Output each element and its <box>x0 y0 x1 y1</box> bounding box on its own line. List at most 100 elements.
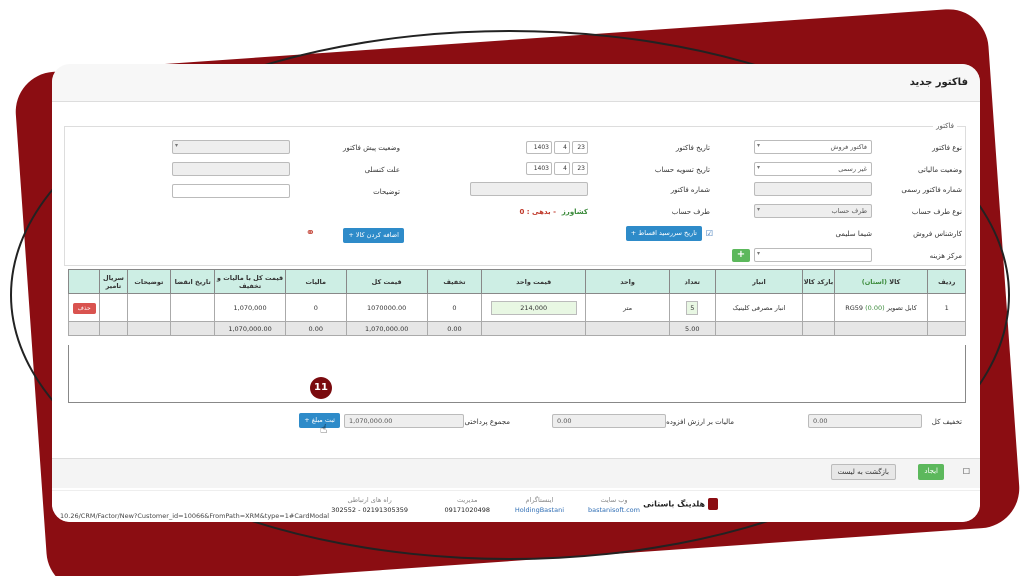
col-grand-total: قیمت کل با مالیات و تخفیف <box>214 269 287 294</box>
total-discount-label: تخفیف کل <box>931 418 962 426</box>
cancel-reason-label: علت کنسلی <box>364 166 400 174</box>
checkbox-icon[interactable]: ☐ <box>963 467 970 476</box>
installment-date-button[interactable]: تاریخ سررسید اقساط + <box>625 226 702 241</box>
tax-status-select[interactable]: غیر رسمی ▾ <box>754 162 872 176</box>
row-description <box>126 293 172 322</box>
invoice-window: فاکتور جدید فاکتور نوع فاکتور فاکتور فرو… <box>52 64 980 522</box>
row-index: 1 <box>927 293 966 322</box>
cost-center-select[interactable]: ▾ <box>754 248 872 262</box>
logo-mark-icon <box>708 498 718 510</box>
official-number-label: شماره فاکتور رسمی <box>901 186 962 194</box>
hand-cursor-icon: ☝ <box>320 422 328 436</box>
col-qty: تعداد <box>668 269 716 294</box>
col-barcode: بارکد کالا <box>802 269 835 294</box>
vat-label: مالیات بر ارزش افزوده <box>666 418 734 426</box>
footer-instagram: اینستاگرام HoldingBastani <box>514 496 564 514</box>
company-logo: هلدینگ باستانی <box>643 498 718 510</box>
invoice-date-month[interactable]: 4 <box>554 141 570 154</box>
add-product-button[interactable]: اضافه کردن کالا + <box>343 228 404 243</box>
footer-management: مدیریت 09171020498 <box>444 496 491 514</box>
sum-tax: 0.00 <box>285 321 347 336</box>
invoice-type-select[interactable]: فاکتور فروش ▾ <box>754 140 872 154</box>
sales-expert-label: کارشناس فروش <box>913 230 962 238</box>
pre-invoice-status-label: وضعیت پیش فاکتور <box>342 144 400 152</box>
section-legend: فاکتور <box>933 122 957 130</box>
official-number-input[interactable] <box>754 182 872 196</box>
sum-grand-total: 1,070,000.00 <box>214 321 287 336</box>
description-label: توضیحات <box>373 188 400 196</box>
payable-label: مجموع پرداختی <box>464 418 510 426</box>
items-table: ردیف کالا (استان) بارکد کالا انبار تعداد… <box>67 269 966 336</box>
chevron-down-icon: ▾ <box>757 142 761 149</box>
party-debt: - بدهی : 0 <box>519 208 557 216</box>
col-tax: مالیات <box>285 269 347 294</box>
col-description: توضیحات <box>126 269 172 294</box>
settle-date-label: تاریخ تسویه حساب <box>654 166 710 174</box>
vat-input[interactable]: 0.00 <box>552 414 666 428</box>
settle-date-month[interactable]: 4 <box>554 162 570 175</box>
pre-invoice-status-select[interactable]: ▾ <box>172 140 290 154</box>
invoice-date-year[interactable]: 1403 <box>526 141 552 154</box>
add-cost-center-button[interactable]: + <box>732 249 750 262</box>
col-warehouse: انبار <box>714 269 804 294</box>
chevron-down-icon: ▾ <box>757 250 761 257</box>
row-grand-total: 1,070,000 <box>214 293 287 322</box>
sum-qty: 5.00 <box>668 321 716 336</box>
row-delete: حذف <box>67 293 101 322</box>
col-index: ردیف <box>927 269 966 294</box>
row-tax: 0 <box>285 293 347 322</box>
sum-total: 1,070,000.00 <box>345 321 428 336</box>
party-label: طرف حساب <box>671 208 710 216</box>
col-total: قیمت کل <box>345 269 428 294</box>
col-product: کالا (استان) <box>833 269 929 294</box>
footer-contact: راه های ارتباطی 02191305359 - 302552 <box>331 496 408 514</box>
description-input[interactable] <box>172 184 290 198</box>
table-empty-area <box>68 345 966 403</box>
invoice-number-input[interactable] <box>470 182 588 196</box>
delete-button[interactable]: حذف <box>72 302 96 314</box>
row-discount[interactable]: 0 <box>426 293 483 322</box>
sum-discount: 0.00 <box>426 321 483 336</box>
cost-center-label: مرکز هزینه <box>929 252 962 260</box>
row-unit: متر <box>585 293 670 322</box>
party-type-label: نوع طرف حساب <box>911 208 962 216</box>
row-expiry <box>170 293 216 322</box>
table-row: 1 کابل تصویر RG59 (0.00) انبار مصرفی کلی… <box>67 293 966 322</box>
footer-website: وب سایت bastanisoft.com <box>588 496 640 514</box>
payable-input[interactable]: 1,070,000.00 <box>344 414 464 428</box>
row-serial <box>99 293 128 322</box>
row-warehouse: انبار مصرفی کلینیک <box>714 293 804 322</box>
col-unit-price: قیمت واحد <box>481 269 587 294</box>
invoice-date-label: تاریخ فاکتور <box>675 144 710 152</box>
party-value[interactable]: کشاورز <box>562 208 588 216</box>
cancel-reason-input[interactable] <box>172 162 290 176</box>
row-unit-price[interactable]: 214,000 <box>481 293 587 322</box>
settle-date-day[interactable]: 23 <box>572 162 588 175</box>
link-icon[interactable]: ⚭ <box>306 226 315 239</box>
sum-row: 5.00 0.00 1,070,000.00 0.00 1,070,000.00 <box>67 321 966 336</box>
chevron-down-icon: ▾ <box>757 164 761 171</box>
invoice-type-label: نوع فاکتور <box>932 144 962 152</box>
row-qty[interactable]: 5 <box>668 293 716 322</box>
sales-expert-value: شیما سلیمی <box>835 230 872 238</box>
total-discount-input[interactable]: 0.00 <box>808 414 922 428</box>
row-total: 1070000.00 <box>345 293 428 322</box>
tax-status-label: وضعیت مالیاتی <box>918 166 962 174</box>
create-button[interactable]: ایجاد <box>918 464 944 480</box>
col-serial: سریال تامیر <box>99 269 128 294</box>
row-product: کابل تصویر RG59 (0.00) <box>833 293 929 322</box>
row-barcode <box>802 293 835 322</box>
col-actions <box>67 269 101 294</box>
back-to-list-button[interactable]: بازگشت به لیست <box>830 464 896 480</box>
website-link[interactable]: bastanisoft.com <box>588 506 640 514</box>
checkbox-icon[interactable]: ☑ <box>706 229 713 238</box>
chevron-down-icon: ▾ <box>757 206 761 213</box>
col-unit: واحد <box>585 269 670 294</box>
col-discount: تخفیف <box>426 269 483 294</box>
party-type-select[interactable]: طرف حساب ▾ <box>754 204 872 218</box>
step-number-badge: 11 <box>310 377 332 399</box>
instagram-link[interactable]: HoldingBastani <box>515 506 564 514</box>
status-url: 10.26/CRM/Factor/New?Customer_id=10066&F… <box>60 512 330 520</box>
settle-date-year[interactable]: 1403 <box>526 162 552 175</box>
invoice-date-day[interactable]: 23 <box>572 141 588 154</box>
